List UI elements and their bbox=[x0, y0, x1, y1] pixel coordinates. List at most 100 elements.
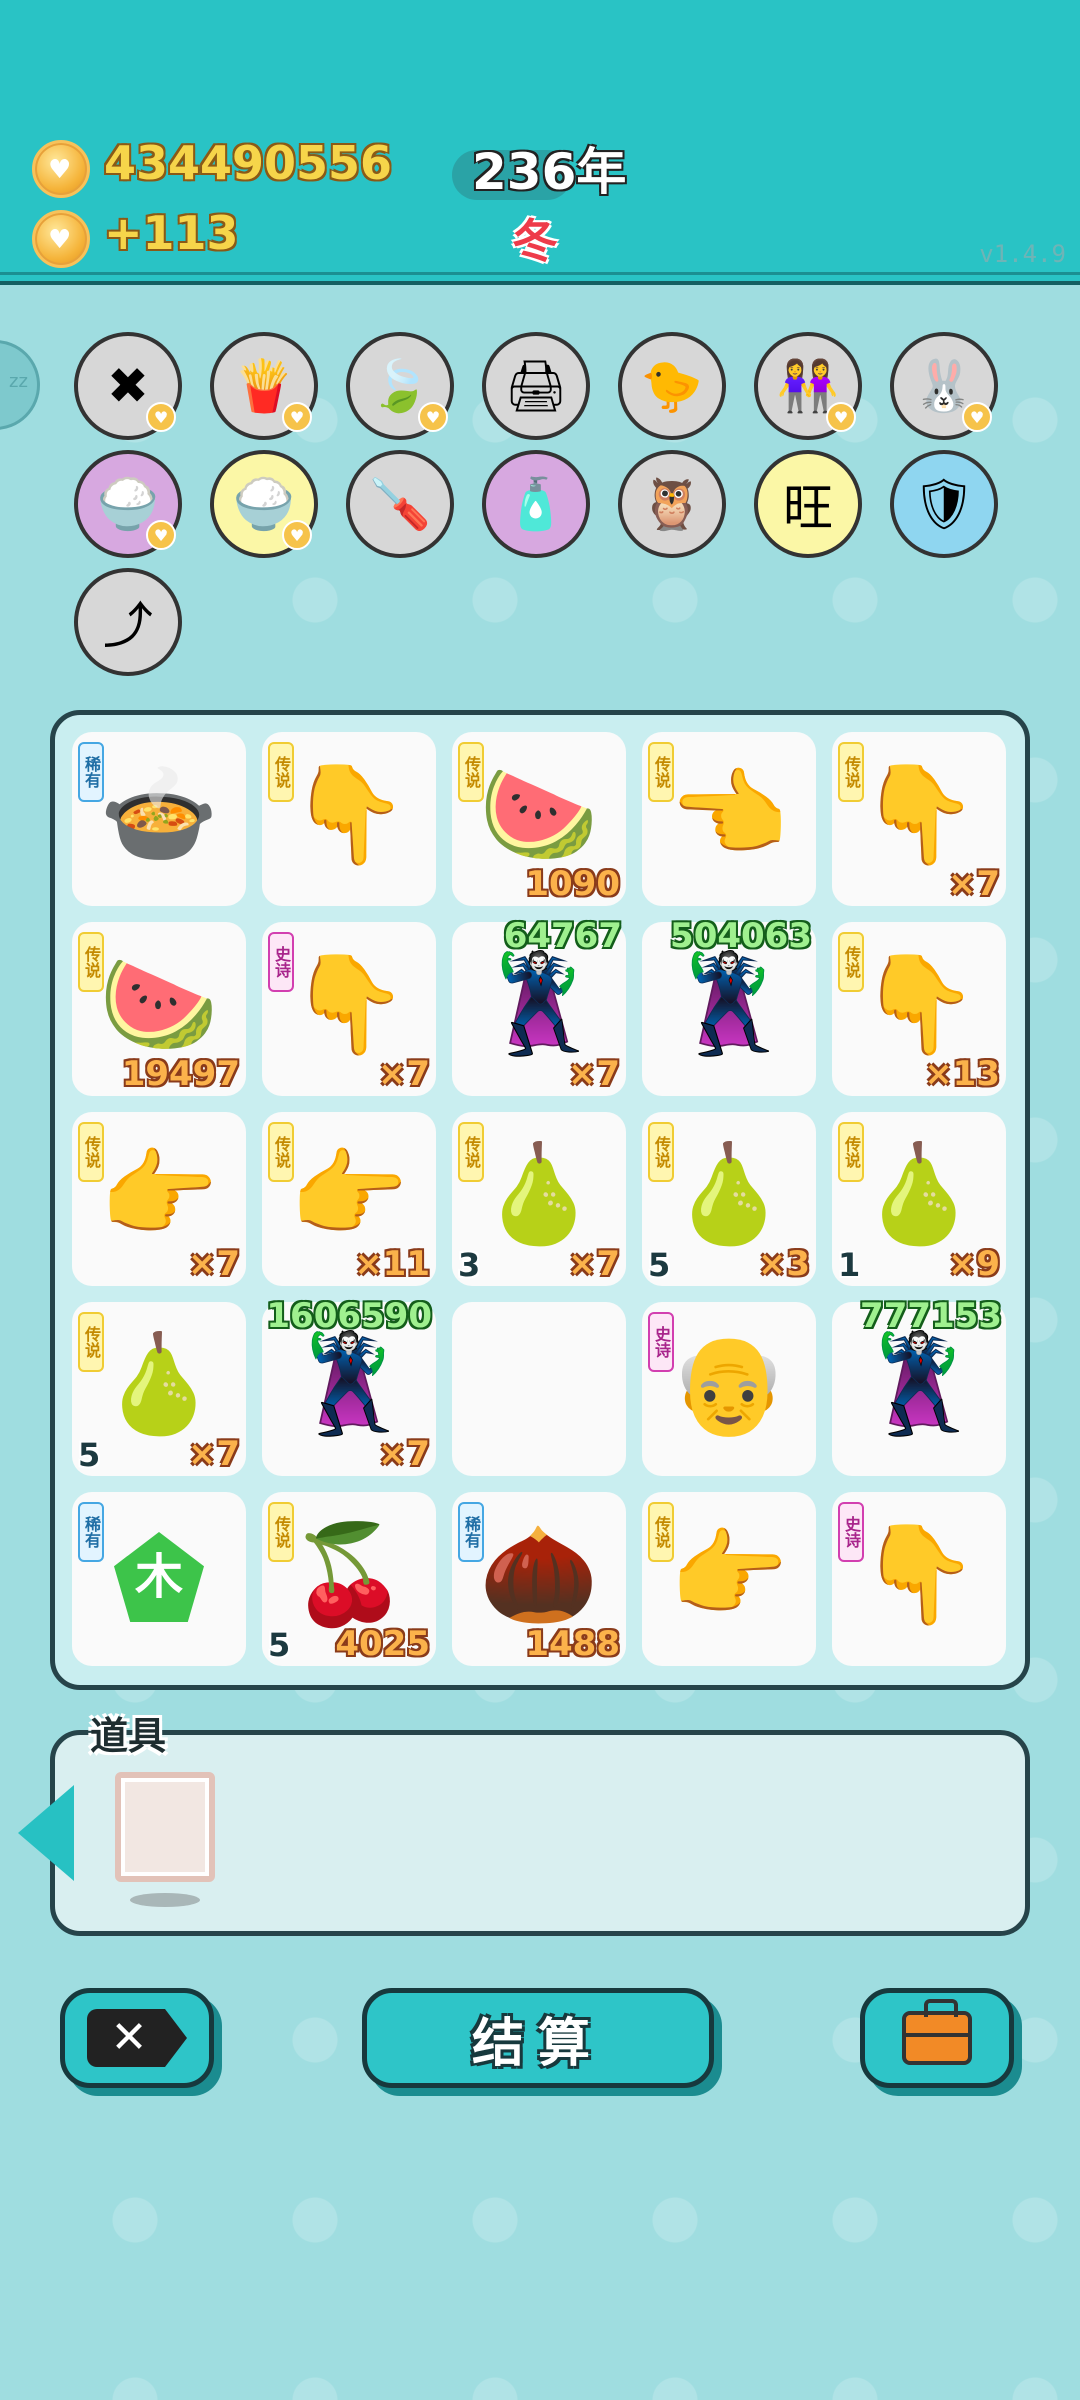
grid-cell[interactable]: 👴 史诗 bbox=[642, 1302, 816, 1476]
relic-slot[interactable]: 🍚 ♥ bbox=[74, 450, 182, 558]
value-label: ×7 bbox=[377, 1434, 430, 1474]
money-total: 434490556 bbox=[104, 136, 393, 190]
relic-slot[interactable]: 👭 ♥ bbox=[754, 332, 862, 440]
relic-slot[interactable]: 🍟 ♥ bbox=[210, 332, 318, 440]
rarity-badge: 传说 bbox=[458, 742, 484, 802]
grid-cell[interactable]: 👇 传说 bbox=[262, 732, 436, 906]
heart-badge-icon: ♥ bbox=[146, 520, 176, 550]
rarity-badge: 传说 bbox=[78, 1312, 104, 1372]
rarity-badge: 史诗 bbox=[648, 1312, 674, 1372]
relic-slot[interactable]: 🦉 bbox=[618, 450, 726, 558]
cancel-button[interactable]: ✕ bbox=[60, 1988, 214, 2088]
grid-cell[interactable]: 🦹 1606590 ×7 bbox=[262, 1296, 436, 1476]
value-label: ×7 bbox=[567, 1244, 620, 1284]
item-shadow bbox=[130, 1893, 200, 1907]
money-income: +113 bbox=[104, 206, 239, 260]
value-label: 19497 bbox=[121, 1054, 240, 1094]
value-label: 1488 bbox=[525, 1624, 620, 1664]
count-label: 1 bbox=[838, 1246, 861, 1284]
rarity-badge: 传说 bbox=[78, 932, 104, 992]
count-label: 5 bbox=[268, 1626, 291, 1664]
grid-cell[interactable]: 👉 传说 ×11 bbox=[262, 1112, 436, 1286]
heart-badge-icon: ♥ bbox=[962, 402, 992, 432]
grid-cell[interactable]: 🍐 传说 5 ×3 bbox=[642, 1112, 816, 1286]
grid-cell[interactable]: 🍉 传说 1090 bbox=[452, 732, 626, 906]
chick-icon: 🐤 bbox=[640, 356, 704, 415]
thief-icon: 🦹 bbox=[859, 1328, 979, 1440]
rarity-badge: 传说 bbox=[268, 1502, 294, 1562]
grid-cell[interactable]: 👈 传说 bbox=[642, 732, 816, 906]
thief-icon: 🦹 bbox=[669, 948, 789, 1060]
year-label: 236年 bbox=[472, 143, 627, 201]
rarity-badge: 稀有 bbox=[78, 1502, 104, 1562]
relic-slot[interactable]: 🍚 ♥ bbox=[210, 450, 318, 558]
blank-item-icon[interactable] bbox=[115, 1772, 215, 1882]
grid-cell[interactable]: 🦹 504063 bbox=[642, 916, 816, 1096]
coin-icon: ♥ bbox=[32, 210, 90, 268]
coin-icon: ♥ bbox=[32, 140, 90, 198]
relic-slot[interactable]: 旺 bbox=[754, 450, 862, 558]
version-label: v1.4.9 bbox=[979, 240, 1066, 268]
count-label: 5 bbox=[648, 1246, 671, 1284]
grid-cell[interactable]: 🍐 传说 3 ×7 bbox=[452, 1112, 626, 1286]
grid-cell[interactable]: 👇 传说 ×13 bbox=[832, 922, 1006, 1096]
value-top-label: 1606590 bbox=[266, 1296, 432, 1336]
relic-slot[interactable]: 🧴 bbox=[482, 450, 590, 558]
top-bar: ♥ 434490556 ♥ +113 236年 冬 v1.4.9 bbox=[0, 0, 1080, 285]
relic-slot[interactable]: 🛡 bbox=[890, 450, 998, 558]
grid-cell[interactable]: 🦹 64767 ×7 bbox=[452, 916, 626, 1096]
value-label: 4025 bbox=[335, 1624, 430, 1664]
thief-icon: 🦹 bbox=[479, 948, 599, 1060]
grid-cell[interactable]: 👇 传说 ×7 bbox=[832, 732, 1006, 906]
heart-badge-icon: ♥ bbox=[282, 402, 312, 432]
value-label: ×7 bbox=[947, 864, 1000, 904]
grid-cell[interactable]: 👇 史诗 ×7 bbox=[262, 922, 436, 1096]
settle-button[interactable]: 结算 bbox=[362, 1988, 714, 2088]
rarity-badge: 传说 bbox=[838, 1122, 864, 1182]
grid-cell[interactable]: 🍒 传说 5 4025 bbox=[262, 1492, 436, 1666]
inventory-button[interactable] bbox=[860, 1988, 1014, 2088]
cancel-tag-icon: ✖ bbox=[107, 357, 149, 415]
back-arrow-icon[interactable] bbox=[18, 1785, 74, 1881]
rarity-badge: 传说 bbox=[268, 1122, 294, 1182]
spray-bottle-icon: 🧴 bbox=[504, 474, 568, 533]
count-label: 5 bbox=[78, 1436, 101, 1474]
rarity-badge: 传说 bbox=[458, 1122, 484, 1182]
owls-icon: 🦉 bbox=[640, 474, 704, 533]
wang-text-icon: 旺 bbox=[783, 479, 833, 537]
grid-cell[interactable]: 👉 传说 bbox=[642, 1492, 816, 1666]
grid-cell[interactable]: 🍉 传说 19497 bbox=[72, 922, 246, 1096]
grid-cell[interactable]: 木稀有 bbox=[72, 1492, 246, 1666]
rarity-badge: 传说 bbox=[838, 932, 864, 992]
relic-slot[interactable]: 🖨 bbox=[482, 332, 590, 440]
relic-slot[interactable]: 🐤 bbox=[618, 332, 726, 440]
grid-cell[interactable]: 🍐 传说 1 ×9 bbox=[832, 1112, 1006, 1286]
grid-cell[interactable]: 🦹 777153 bbox=[832, 1296, 1006, 1476]
heart-badge-icon: ♥ bbox=[826, 402, 856, 432]
value-label: ×7 bbox=[377, 1054, 430, 1094]
grid-cell[interactable]: 🌰 稀有 1488 bbox=[452, 1492, 626, 1666]
rarity-badge: 史诗 bbox=[838, 1502, 864, 1562]
rarity-badge: 传说 bbox=[838, 742, 864, 802]
rarity-badge: 传说 bbox=[648, 1502, 674, 1562]
thief-icon: 🦹 bbox=[289, 1328, 409, 1440]
relic-slot[interactable]: 🪛 bbox=[346, 450, 454, 558]
relic-slot[interactable]: ✖ ♥ bbox=[74, 332, 182, 440]
value-label: ×7 bbox=[567, 1054, 620, 1094]
grid-cell[interactable]: 👇 史诗 bbox=[832, 1492, 1006, 1666]
rarity-badge: 传说 bbox=[78, 1122, 104, 1182]
value-label: ×3 bbox=[757, 1244, 810, 1284]
grid-cell[interactable]: 👉 传说 ×7 bbox=[72, 1112, 246, 1286]
relic-slot[interactable]: 🐰 ♥ bbox=[890, 332, 998, 440]
grid-cell[interactable] bbox=[452, 1302, 626, 1476]
relic-slot[interactable]: 🍃 ♥ bbox=[346, 332, 454, 440]
shield-icon: 🛡 bbox=[912, 474, 976, 533]
arrow-up-icon: ⤴ bbox=[103, 597, 153, 655]
grid-cell[interactable]: 🍐 传说 5 ×7 bbox=[72, 1302, 246, 1476]
value-label: 1090 bbox=[525, 864, 620, 904]
grid-cell[interactable]: 🍲 稀有 bbox=[72, 732, 246, 906]
relic-slot[interactable]: ⤴ bbox=[74, 568, 182, 676]
value-top-label: 777153 bbox=[860, 1296, 1002, 1336]
value-top-label: 64767 bbox=[503, 916, 622, 956]
value-label: ×13 bbox=[924, 1054, 1000, 1094]
